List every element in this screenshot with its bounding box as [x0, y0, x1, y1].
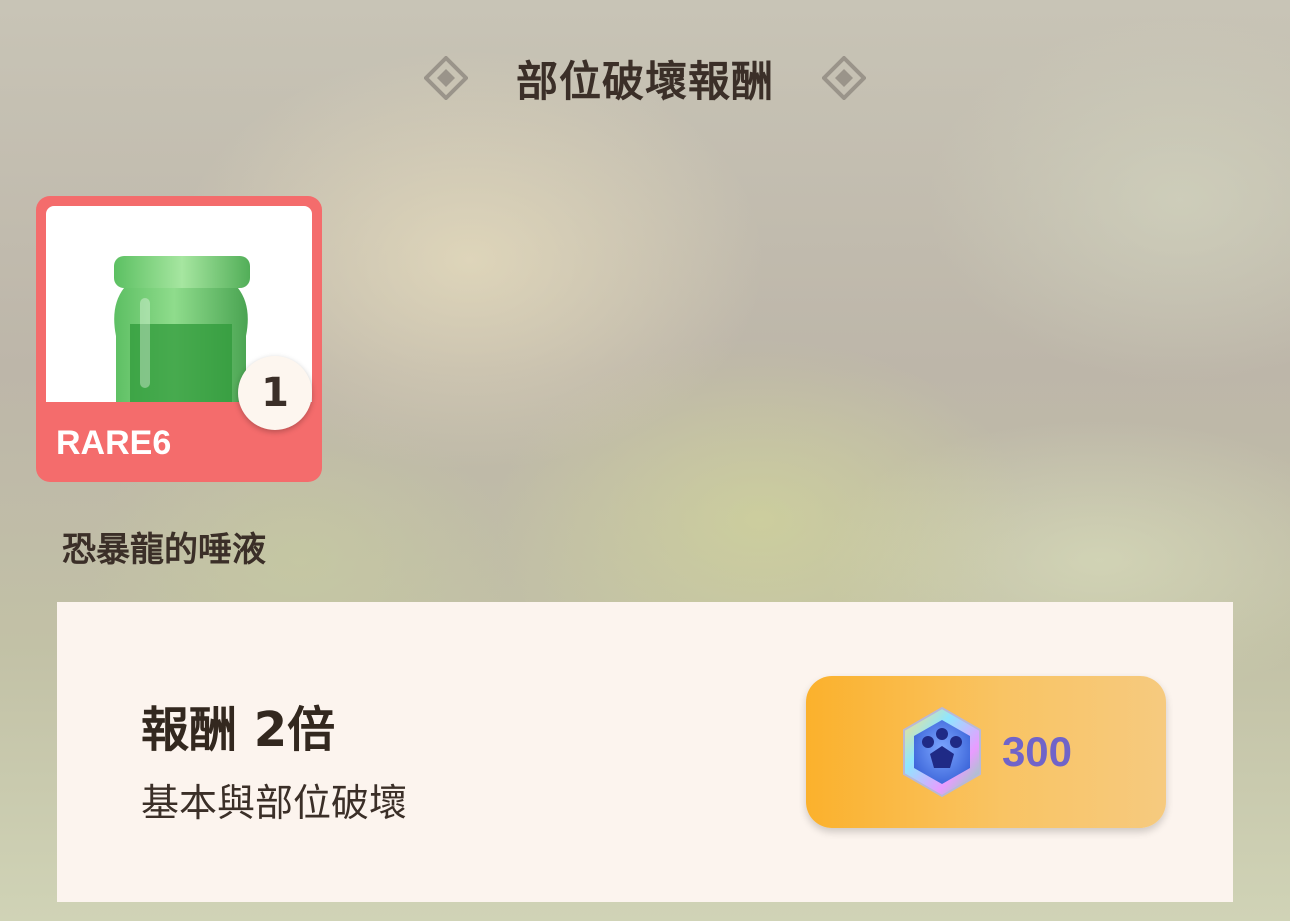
header: 部位破壞報酬	[0, 48, 1290, 108]
quantity-badge: 1	[238, 356, 312, 430]
price-label: 300	[1001, 728, 1073, 775]
reward-offer-panel: 報酬 2倍 基本與部位破壞 300	[57, 602, 1233, 902]
diamond-ornament-icon	[423, 56, 468, 100]
green-jar-icon	[114, 256, 250, 402]
page-title: 部位破壞報酬	[515, 56, 774, 106]
item-name: 恐暴龍的唾液	[62, 530, 266, 570]
reward-multiplier-subtitle: 基本與部位破壞	[141, 781, 408, 825]
reward-item-card[interactable]: RARE6	[36, 196, 322, 482]
diamond-ornament-icon	[822, 56, 866, 100]
gem-icon	[902, 706, 981, 798]
purchase-button[interactable]: 300	[806, 676, 1166, 828]
reward-multiplier-title: 報酬 2倍	[141, 702, 336, 758]
rarity-label: RARE6	[56, 424, 172, 462]
